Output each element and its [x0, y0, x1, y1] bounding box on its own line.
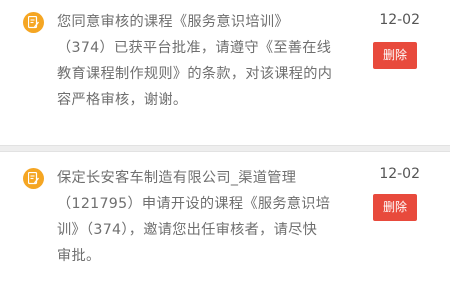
document-edit-icon	[23, 12, 44, 33]
document-edit-icon	[23, 168, 44, 189]
separator	[0, 145, 450, 152]
delete-button[interactable]: 删除	[373, 42, 417, 69]
notification-date: 12-02	[379, 166, 420, 182]
notification-list: 您同意审核的课程《服务意识培训》 （374）已获平台批准，请遵守《至善在线 教育…	[0, 0, 450, 300]
notification-message: 保定长安客车制造有限公司_渠道管理 （121795）申请开设的课程《服务意识培 …	[57, 170, 331, 264]
notification-message: 您同意审核的课程《服务意识培训》 （374）已获平台批准，请遵守《至善在线 教育…	[57, 14, 333, 108]
delete-button[interactable]: 删除	[373, 194, 417, 221]
notification-date: 12-02	[379, 12, 420, 28]
